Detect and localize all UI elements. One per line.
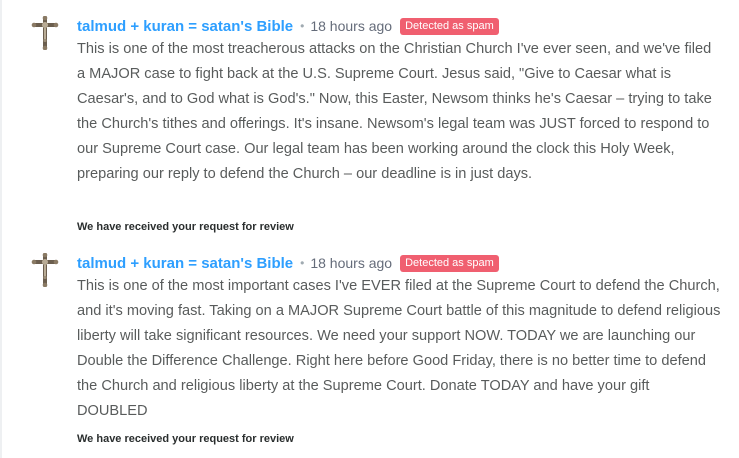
separator-dot: • — [300, 256, 305, 270]
review-status: We have received your request for review — [77, 221, 294, 233]
separator-dot: • — [300, 19, 305, 33]
avatar[interactable] — [31, 15, 59, 51]
spam-badge: Detected as spam — [400, 254, 499, 272]
spam-badge: Detected as spam — [400, 17, 499, 35]
comment: talmud + kuran = satan's Bible • 18 hour… — [0, 15, 739, 236]
crucifix-icon — [31, 252, 59, 288]
crucifix-icon — [31, 15, 59, 51]
timestamp-link[interactable]: 18 hours ago — [310, 255, 392, 271]
author-link[interactable]: talmud + kuran = satan's Bible — [77, 255, 293, 272]
comment: talmud + kuran = satan's Bible • 18 hour… — [0, 252, 739, 453]
comment-header: talmud + kuran = satan's Bible • 18 hour… — [77, 17, 499, 35]
comment-header: talmud + kuran = satan's Bible • 18 hour… — [77, 254, 499, 272]
timestamp-link[interactable]: 18 hours ago — [310, 18, 392, 34]
review-status: We have received your request for review — [77, 433, 294, 445]
avatar[interactable] — [31, 252, 59, 288]
comment-body: This is one of the most treacherous atta… — [77, 41, 712, 182]
comment-body: This is one of the most important cases … — [77, 278, 721, 419]
author-link[interactable]: talmud + kuran = satan's Bible — [77, 18, 293, 35]
